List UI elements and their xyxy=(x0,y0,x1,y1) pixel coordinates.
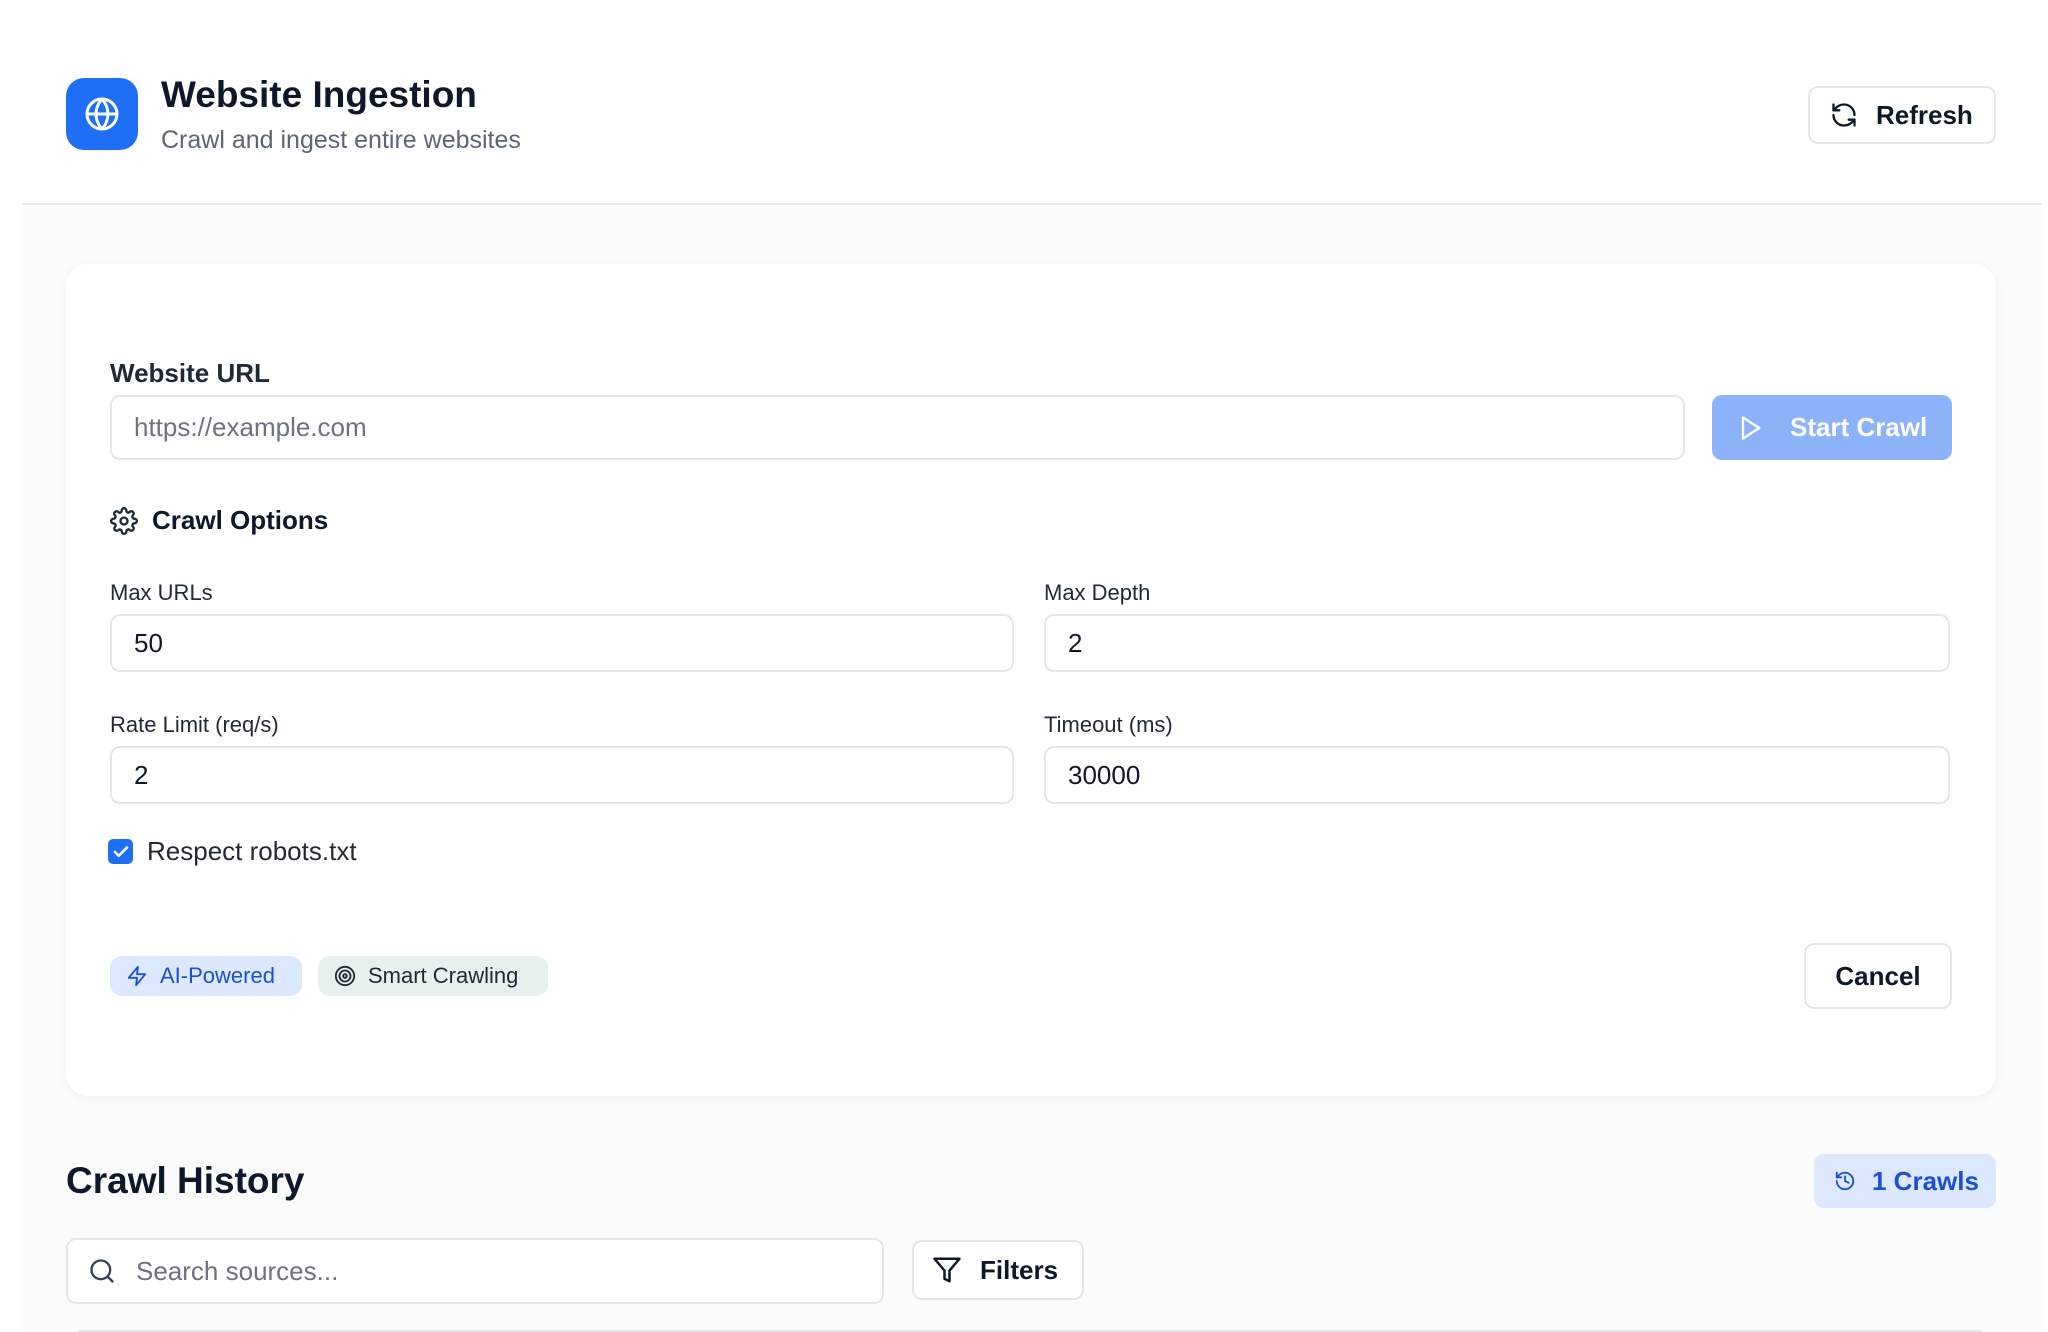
timeout-label: Timeout (ms) xyxy=(1044,712,1173,737)
page-title: Website Ingestion xyxy=(161,74,477,115)
rate-limit-label: Rate Limit (req/s) xyxy=(110,712,279,737)
smart-crawling-label: Smart Crawling xyxy=(368,963,519,988)
page-header: Website Ingestion Crawl and ingest entir… xyxy=(0,0,2048,204)
max-urls-label: Max URLs xyxy=(110,580,213,605)
crawl-options-title: Crawl Options xyxy=(152,505,329,535)
crawl-count-label: 1 Crawls xyxy=(1872,1165,1979,1196)
timeout-input[interactable]: 30000 xyxy=(1044,746,1950,804)
refresh-button[interactable]: Refresh xyxy=(1808,86,1996,144)
smart-crawling-badge: Smart Crawling xyxy=(318,956,548,996)
play-icon xyxy=(1736,414,1764,442)
history-icon xyxy=(1834,1170,1856,1192)
globe-icon xyxy=(66,78,138,150)
respect-robots-checkbox[interactable] xyxy=(108,839,133,864)
ai-powered-badge: AI-Powered xyxy=(110,956,302,996)
rate-limit-input[interactable]: 2 xyxy=(110,746,1014,804)
refresh-icon xyxy=(1830,101,1858,129)
search-icon xyxy=(88,1257,116,1285)
max-depth-label: Max Depth xyxy=(1044,580,1151,605)
respect-robots-label: Respect robots.txt xyxy=(147,836,357,866)
respect-robots-option[interactable]: Respect robots.txt xyxy=(108,836,357,867)
page-subtitle: Crawl and ingest entire websites xyxy=(161,126,521,154)
refresh-label: Refresh xyxy=(1876,99,1973,130)
crawl-count-badge: 1 Crawls xyxy=(1814,1154,1996,1208)
website-ingestion-page: Website Ingestion Crawl and ingest entir… xyxy=(0,0,2048,1332)
filters-button[interactable]: Filters xyxy=(912,1240,1084,1300)
search-placeholder: Search sources... xyxy=(136,1255,339,1286)
max-urls-input[interactable]: 50 xyxy=(110,614,1014,672)
gear-icon xyxy=(110,506,138,535)
website-url-label: Website URL xyxy=(110,358,270,388)
website-url-input[interactable]: https://example.com xyxy=(110,395,1685,460)
cancel-button[interactable]: Cancel xyxy=(1804,943,1952,1009)
search-input[interactable]: Search sources... xyxy=(66,1238,884,1304)
filter-icon xyxy=(932,1255,962,1285)
ai-powered-label: AI-Powered xyxy=(160,963,275,988)
filters-label: Filters xyxy=(980,1254,1059,1285)
start-crawl-label: Start Crawl xyxy=(1790,412,1928,442)
crawl-history-title: Crawl History xyxy=(66,1160,305,1201)
crawl-options-header: Crawl Options xyxy=(110,505,328,536)
target-icon xyxy=(334,965,356,987)
lightning-icon xyxy=(126,965,148,987)
max-depth-input[interactable]: 2 xyxy=(1044,614,1950,672)
start-crawl-button[interactable]: Start Crawl xyxy=(1712,395,1952,460)
